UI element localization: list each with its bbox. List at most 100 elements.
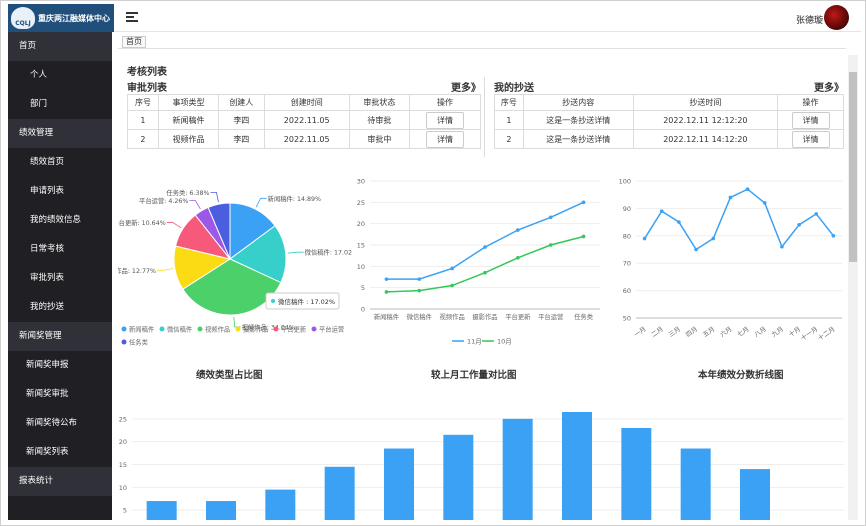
sidebar-item[interactable]: 申请列表 xyxy=(8,177,112,206)
sidebar-item[interactable]: 审批列表 xyxy=(8,264,112,293)
x-tick-label: 六月 xyxy=(718,324,733,339)
legend-label[interactable]: 任务类 xyxy=(129,338,149,347)
table-cell: 待审批 xyxy=(348,110,410,130)
line-chart-score: 5060708090100一月 二月 三月 四月 五月 六月 七月 八月 九月 十月十一月十二月 xyxy=(619,178,842,342)
pie-label: 新闻稿件: 14.89% xyxy=(268,194,321,203)
detail-button[interactable]: 详情 xyxy=(791,130,830,148)
data-point[interactable] xyxy=(677,220,681,224)
x-tick-label: 一月 xyxy=(633,325,648,339)
legend-label[interactable]: 微信稿件 xyxy=(167,325,192,334)
bar[interactable] xyxy=(502,418,533,520)
legend-label[interactable]: 11月 xyxy=(467,338,482,346)
username[interactable]: 张德璇 xyxy=(796,13,823,26)
detail-button[interactable]: 详情 xyxy=(425,111,464,129)
data-point[interactable] xyxy=(642,236,647,241)
cc-more-link[interactable]: 更多》 xyxy=(814,79,844,94)
legend-label[interactable]: 摄影作品 xyxy=(243,325,268,334)
table-cell: 1 xyxy=(494,110,524,130)
data-point[interactable] xyxy=(814,212,819,216)
section-title: 考核列表 xyxy=(127,67,167,78)
bar[interactable] xyxy=(443,434,474,520)
data-point[interactable] xyxy=(417,288,422,293)
bar[interactable] xyxy=(562,411,592,520)
detail-button[interactable]: 详情 xyxy=(791,111,830,129)
table-cell: 2022.12.11 14:12:20 xyxy=(632,129,779,149)
table-row: 2 视频作品 李四 2022.11.05 审批中 详情 xyxy=(127,129,482,149)
menu-toggle-icon[interactable] xyxy=(126,12,138,24)
sidebar-item[interactable]: 首页 xyxy=(8,32,112,61)
data-point[interactable] xyxy=(728,195,733,200)
legend-label[interactable]: 新闻稿件 xyxy=(129,325,154,334)
data-point[interactable] xyxy=(581,234,586,239)
data-point[interactable] xyxy=(711,236,716,241)
series-line xyxy=(386,201,584,280)
bar[interactable] xyxy=(621,427,652,520)
data-point[interactable] xyxy=(797,223,801,227)
scrollbar-thumb[interactable] xyxy=(849,72,857,262)
y-tick-label: 20 xyxy=(119,438,127,446)
sidebar-item[interactable]: 新闻奖申报 xyxy=(8,351,112,380)
legend-label[interactable]: 视频作品 xyxy=(205,325,230,334)
table-cell: 新闻稿件 xyxy=(157,110,220,130)
data-point[interactable] xyxy=(516,256,520,260)
bar[interactable] xyxy=(740,469,770,520)
sidebar-item[interactable]: 新闻奖审批 xyxy=(8,380,112,409)
action-cell: 详情 xyxy=(777,110,844,130)
data-point[interactable] xyxy=(694,247,698,252)
y-tick-label: 60 xyxy=(623,287,631,295)
sidebar-item[interactable]: 我的绩效信息 xyxy=(8,206,112,235)
x-tick-label: 视频作品 xyxy=(440,312,465,321)
legend-label[interactable]: 10月 xyxy=(497,338,512,346)
bar[interactable] xyxy=(384,448,414,520)
sidebar-item[interactable]: 新闻奖待公布 xyxy=(8,409,112,438)
bar[interactable] xyxy=(680,448,711,520)
sidebar-item[interactable]: 报表统计 xyxy=(8,467,112,496)
data-point[interactable] xyxy=(548,215,553,220)
action-cell: 详情 xyxy=(408,110,482,130)
data-point[interactable] xyxy=(450,266,454,271)
legend-label[interactable]: 平台运营 xyxy=(319,325,344,334)
table-row: 1 新闻稿件 李四 2022.11.05 待审批 详情 xyxy=(127,110,482,130)
sidebar-item[interactable]: 新闻奖列表 xyxy=(8,438,112,467)
data-point[interactable] xyxy=(780,244,784,249)
sidebar-item[interactable]: 日常考核 xyxy=(8,235,112,264)
approval-table: 序号 事项类型 创建人 创建时间 审批状态 操作 1 新闻稿件 李四 2022.11.05 待审批… xyxy=(127,94,482,149)
sidebar-item[interactable]: 个人 xyxy=(8,61,112,90)
pie-label-line xyxy=(156,268,173,271)
table-cell: 1 xyxy=(127,110,159,130)
data-point[interactable] xyxy=(831,234,836,238)
data-point[interactable] xyxy=(417,277,422,281)
bar[interactable] xyxy=(324,466,355,520)
bar[interactable] xyxy=(265,489,296,520)
data-point[interactable] xyxy=(659,209,664,213)
data-point[interactable] xyxy=(745,187,750,192)
detail-button[interactable]: 详情 xyxy=(425,130,464,148)
data-point[interactable] xyxy=(483,270,487,275)
legend-label[interactable]: 平台更新 xyxy=(281,325,307,334)
bar[interactable] xyxy=(146,501,177,520)
legend-marker xyxy=(121,339,127,345)
data-point[interactable] xyxy=(516,228,520,232)
data-point[interactable] xyxy=(384,290,389,294)
data-point[interactable] xyxy=(581,200,586,205)
column-header: 抄送内容 xyxy=(522,94,634,111)
breadcrumb-home[interactable]: 首页 xyxy=(122,36,146,48)
data-point[interactable] xyxy=(483,245,487,249)
sidebar-item[interactable]: 绩效管理 xyxy=(8,119,112,148)
data-point[interactable] xyxy=(384,277,389,281)
data-point[interactable] xyxy=(762,201,767,205)
table-cell: 2 xyxy=(494,129,524,149)
legend-marker xyxy=(159,326,165,332)
data-point[interactable] xyxy=(450,283,454,288)
avatar[interactable] xyxy=(824,5,849,30)
y-tick-label: 25 xyxy=(357,199,365,207)
bar[interactable] xyxy=(206,501,236,520)
x-tick-label: 七月 xyxy=(735,324,750,339)
sidebar-item[interactable]: 我的抄送 xyxy=(8,293,112,322)
pie-label-line xyxy=(166,222,182,229)
sidebar-item[interactable]: 绩效首页 xyxy=(8,148,112,177)
sidebar-item[interactable]: 新闻奖管理 xyxy=(8,322,112,351)
data-point[interactable] xyxy=(548,243,553,247)
sidebar-item[interactable]: 部门 xyxy=(8,90,112,119)
approval-more-link[interactable]: 更多》 xyxy=(451,79,481,94)
